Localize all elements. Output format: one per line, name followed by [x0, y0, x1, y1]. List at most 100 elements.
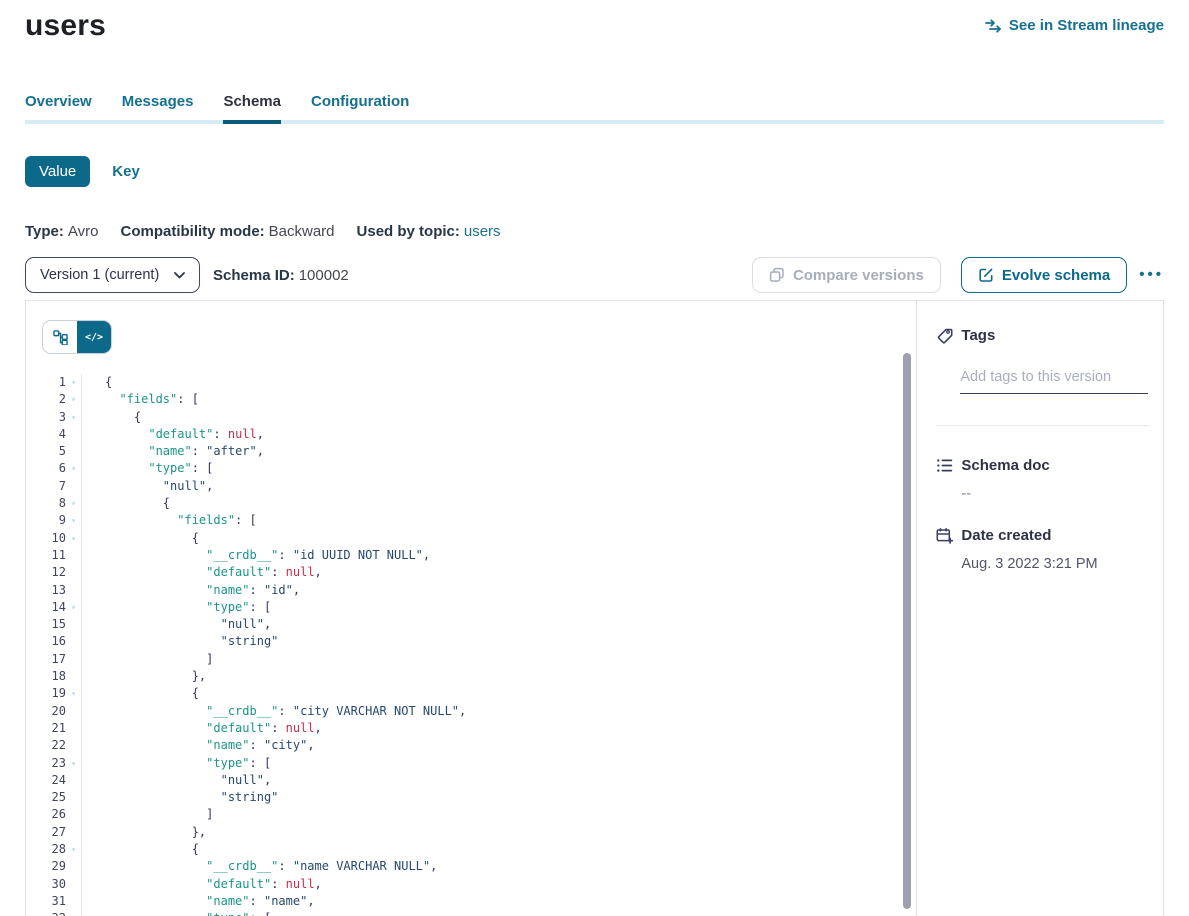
- fold-toggle-icon[interactable]: ▾: [66, 530, 82, 547]
- code-text: "fields": [: [82, 391, 199, 408]
- code-line: 10▾ {: [26, 530, 916, 547]
- schema-meta-row: Type:Avro Compatibility mode:Backward Us…: [25, 223, 1164, 240]
- code-text: {: [82, 409, 141, 426]
- tag-icon: [936, 327, 953, 344]
- fold-toggle-icon[interactable]: ▾: [66, 685, 82, 702]
- code-text: },: [82, 668, 206, 685]
- line-number: 8: [26, 495, 66, 512]
- version-controls-row: Version 1 (current) Schema ID:100002 Com…: [25, 257, 1164, 293]
- stream-lineage-link[interactable]: See in Stream lineage: [985, 17, 1164, 34]
- evolve-schema-button[interactable]: Evolve schema: [961, 257, 1127, 293]
- fold-gutter: [66, 564, 82, 581]
- code-text: },: [82, 824, 206, 841]
- code-text: "null",: [82, 478, 213, 495]
- code-line: 14▾ "type": [: [26, 599, 916, 616]
- line-number: 6: [26, 460, 66, 477]
- fold-gutter: [66, 789, 82, 806]
- code-view-button[interactable]: </>: [77, 321, 111, 353]
- compare-copy-icon: [769, 267, 785, 283]
- code-line: 12 "default": null,: [26, 564, 916, 581]
- schema-panel: </> 1▾{2▾ "fields": [3▾ {4 "default": nu…: [25, 300, 1164, 916]
- fold-toggle-icon[interactable]: ▾: [66, 391, 82, 408]
- code-line: 6▾ "type": [: [26, 460, 916, 477]
- more-options-button[interactable]: •••: [1139, 257, 1164, 293]
- schema-doc-section: Schema doc --: [936, 457, 1149, 502]
- fold-gutter: [66, 426, 82, 443]
- line-number: 20: [26, 703, 66, 720]
- schema-code-block: 1▾{2▾ "fields": [3▾ {4 "default": null,5…: [26, 374, 916, 916]
- version-select-value: Version 1 (current): [40, 267, 159, 283]
- chevron-down-icon: [174, 272, 185, 279]
- code-line: 24 "null",: [26, 772, 916, 789]
- code-line: 23▾ "type": [: [26, 755, 916, 772]
- value-tab-button[interactable]: Value: [25, 156, 90, 187]
- compare-versions-button[interactable]: Compare versions: [752, 257, 941, 293]
- line-number: 19: [26, 685, 66, 702]
- fold-toggle-icon[interactable]: ▾: [66, 599, 82, 616]
- fold-toggle-icon[interactable]: ▾: [66, 755, 82, 772]
- schema-id: Schema ID:100002: [213, 267, 349, 284]
- code-line: 3▾ {: [26, 409, 916, 426]
- topic-link[interactable]: users: [464, 223, 501, 240]
- fold-toggle-icon[interactable]: ▾: [66, 495, 82, 512]
- tab-configuration[interactable]: Configuration: [311, 93, 409, 120]
- tab-underline-track: [25, 120, 1164, 124]
- date-created-section: Date created Aug. 3 2022 3:21 PM: [936, 527, 1149, 572]
- line-number: 31: [26, 893, 66, 910]
- edit-icon: [978, 267, 994, 283]
- code-text: "null",: [82, 772, 271, 789]
- fold-gutter: [66, 824, 82, 841]
- fold-toggle-icon[interactable]: ▾: [66, 841, 82, 858]
- stream-lineage-label: See in Stream lineage: [1009, 17, 1164, 34]
- code-text: {: [82, 841, 199, 858]
- code-text: "type": [: [82, 460, 213, 477]
- tags-input[interactable]: [960, 366, 1148, 394]
- code-line: 18 },: [26, 668, 916, 685]
- line-number: 10: [26, 530, 66, 547]
- code-line: 30 "default": null,: [26, 876, 916, 893]
- version-select[interactable]: Version 1 (current): [25, 257, 200, 293]
- code-line: 29 "__crdb__": "name VARCHAR NULL",: [26, 858, 916, 875]
- code-text: "string": [82, 633, 278, 650]
- tree-view-button[interactable]: [43, 321, 77, 353]
- code-line: 15 "null",: [26, 616, 916, 633]
- line-number: 4: [26, 426, 66, 443]
- date-created-title: Date created: [961, 527, 1051, 544]
- code-text: "default": null,: [82, 564, 322, 581]
- fold-toggle-icon[interactable]: ▾: [66, 460, 82, 477]
- page-header: users See in Stream lineage: [25, 0, 1164, 43]
- tab-bar: Overview Messages Schema Configuration: [25, 93, 1164, 120]
- fold-toggle-icon[interactable]: ▾: [66, 910, 82, 916]
- line-number: 23: [26, 755, 66, 772]
- line-number: 17: [26, 651, 66, 668]
- code-text: "default": null,: [82, 720, 322, 737]
- code-line: 9▾ "fields": [: [26, 512, 916, 529]
- fold-gutter: [66, 668, 82, 685]
- code-line: 2▾ "fields": [: [26, 391, 916, 408]
- line-number: 26: [26, 806, 66, 823]
- code-text: "__crdb__": "city VARCHAR NOT NULL",: [82, 703, 466, 720]
- code-line: 1▾{: [26, 374, 916, 391]
- fold-toggle-icon[interactable]: ▾: [66, 374, 82, 391]
- code-text: "name": "id",: [82, 582, 300, 599]
- code-line: 17 ]: [26, 651, 916, 668]
- fold-toggle-icon[interactable]: ▾: [66, 409, 82, 426]
- tab-overview[interactable]: Overview: [25, 93, 92, 120]
- fold-gutter: [66, 703, 82, 720]
- code-text: "null",: [82, 616, 271, 633]
- line-number: 15: [26, 616, 66, 633]
- key-tab-button[interactable]: Key: [112, 163, 140, 180]
- code-text: "fields": [: [82, 512, 257, 529]
- fold-toggle-icon[interactable]: ▾: [66, 512, 82, 529]
- editor-view-toggle: </>: [42, 320, 112, 354]
- scrollbar-thumb[interactable]: [903, 353, 911, 909]
- tab-schema[interactable]: Schema: [223, 93, 281, 120]
- tab-messages[interactable]: Messages: [122, 93, 194, 120]
- schema-doc-title: Schema doc: [961, 457, 1049, 474]
- line-number: 11: [26, 547, 66, 564]
- tags-title: Tags: [961, 327, 995, 344]
- line-number: 1: [26, 374, 66, 391]
- fold-gutter: [66, 478, 82, 495]
- code-text: {: [82, 685, 199, 702]
- code-view-icon: </>: [85, 332, 103, 343]
